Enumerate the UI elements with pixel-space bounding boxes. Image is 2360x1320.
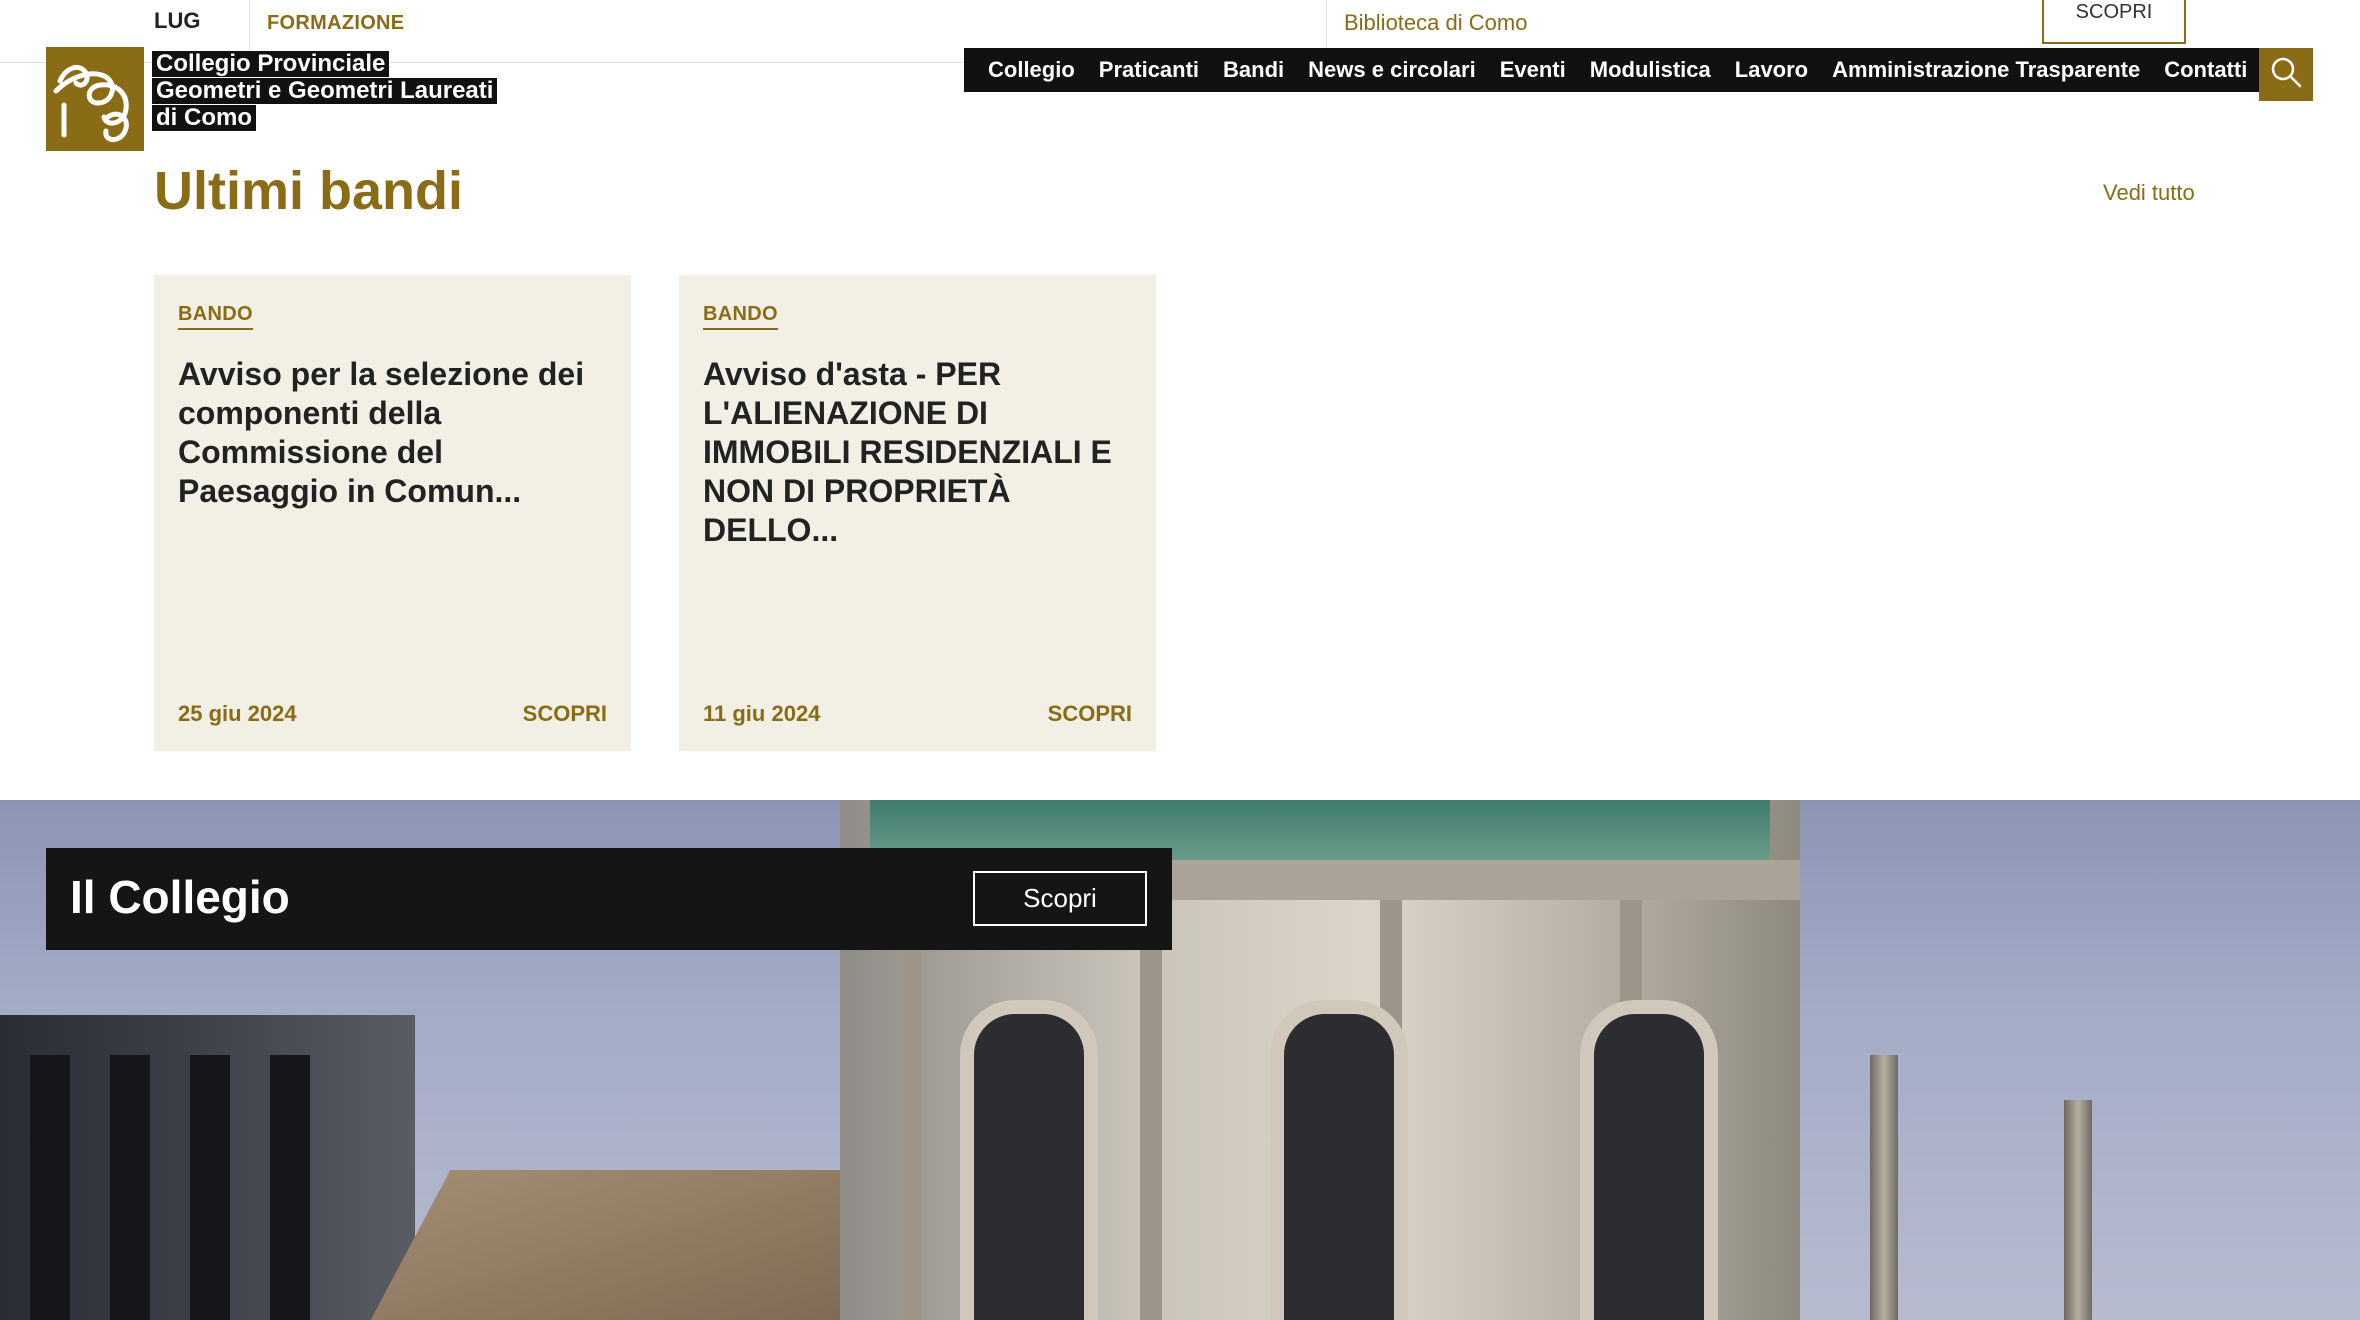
logo-line: Geometri e Geometri Laureati bbox=[152, 78, 498, 104]
card-scopri-link[interactable]: SCOPRI bbox=[1048, 701, 1132, 727]
logo-line: di Como bbox=[152, 105, 256, 131]
card-title[interactable]: Avviso d'asta - PER L'ALIENAZIONE DI IMM… bbox=[703, 355, 1133, 550]
collegio-banner: Il Collegio Scopri bbox=[46, 848, 1172, 950]
hero-building bbox=[0, 1015, 415, 1320]
nav-item-modulistica[interactable]: Modulistica bbox=[1578, 57, 1723, 83]
event-scopri-button[interactable]: SCOPRI bbox=[2042, 0, 2186, 44]
nav-item-bandi[interactable]: Bandi bbox=[1211, 57, 1296, 83]
event-category: FORMAZIONE bbox=[267, 12, 405, 34]
section-title: Ultimi bandi bbox=[154, 161, 463, 221]
nav-item-praticanti[interactable]: Praticanti bbox=[1087, 57, 1211, 83]
event-date-month: LUG bbox=[154, 8, 201, 33]
see-all-link[interactable]: Vedi tutto bbox=[2103, 180, 2195, 206]
nav-item-eventi[interactable]: Eventi bbox=[1488, 57, 1578, 83]
nav-item-contatti[interactable]: Contatti bbox=[2152, 57, 2259, 83]
collegio-scopri-button[interactable]: Scopri bbox=[973, 871, 1147, 926]
logo-text: Collegio Provinciale Geometri e Geometri… bbox=[152, 51, 498, 132]
event-place: Biblioteca di Como bbox=[1344, 10, 1528, 35]
hero-spire bbox=[1870, 1055, 1898, 1320]
card-tag: BANDO bbox=[703, 303, 778, 330]
nav-item-lavoro[interactable]: Lavoro bbox=[1723, 57, 1820, 83]
logo-line: Collegio Provinciale bbox=[152, 51, 390, 77]
nav-item-amministrazione[interactable]: Amministrazione Trasparente bbox=[1820, 57, 2152, 83]
main-nav: Collegio Praticanti Bandi News e circola… bbox=[964, 48, 2272, 92]
nav-item-news[interactable]: News e circolari bbox=[1296, 57, 1488, 83]
card-tag: BANDO bbox=[178, 303, 253, 330]
cg-monogram-icon bbox=[46, 47, 144, 151]
hero-spire bbox=[2064, 1100, 2092, 1320]
search-button[interactable] bbox=[2259, 48, 2313, 101]
collegio-title: Il Collegio bbox=[70, 871, 290, 923]
card-date: 25 giu 2024 bbox=[178, 701, 297, 726]
nav-item-collegio[interactable]: Collegio bbox=[976, 57, 1087, 83]
bando-card[interactable]: BANDO Avviso d'asta - PER L'ALIENAZIONE … bbox=[679, 275, 1156, 751]
search-icon bbox=[2270, 56, 2302, 93]
card-scopri-link[interactable]: SCOPRI bbox=[523, 701, 607, 727]
card-title[interactable]: Avviso per la selezione dei componenti d… bbox=[178, 355, 608, 511]
bando-card[interactable]: BANDO Avviso per la selezione dei compon… bbox=[154, 275, 631, 751]
card-date: 11 giu 2024 bbox=[703, 701, 821, 726]
